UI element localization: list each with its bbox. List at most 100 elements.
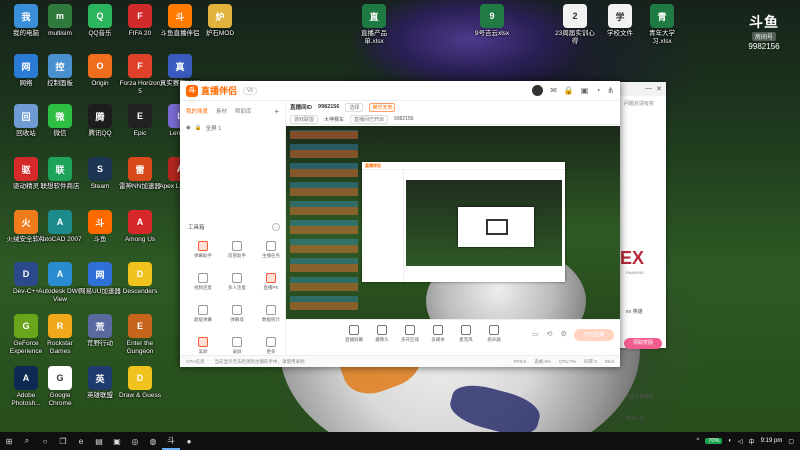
ex-link[interactable]: ex 英雄 (626, 308, 643, 315)
desktop-icon[interactable]: 联联想软件商店 (38, 157, 82, 191)
store-icon[interactable]: ▣ (108, 432, 126, 450)
header-link[interactable]: 游戏联盟 (290, 114, 319, 124)
tool-multi-link[interactable]: 多人连麦 (222, 273, 252, 291)
claim-button[interactable]: 领取奖励 (624, 338, 662, 349)
eye-icon[interactable]: ◉ (186, 125, 191, 131)
tool-record[interactable]: 录屏 (222, 337, 252, 355)
tab-scenes[interactable]: 我的场景 (186, 107, 208, 116)
chrome-icon[interactable]: ◎ (126, 432, 144, 450)
gift-icon[interactable]: ▣ (581, 86, 589, 95)
desktop-icon[interactable]: m multisim (38, 4, 82, 38)
desktop-icon[interactable]: 学学校文件 (598, 4, 642, 38)
add-icon[interactable]: + (274, 107, 279, 116)
lock-icon[interactable]: 🔒 (564, 86, 574, 95)
desktop-icon[interactable]: 腾腾讯QQ (78, 104, 122, 138)
desktop-icon[interactable]: 英英雄联盟 (78, 366, 122, 400)
tool-danmu[interactable]: 弹幕助手 (188, 241, 218, 259)
cortana-icon[interactable]: ○ (36, 432, 54, 450)
tool-stats[interactable]: 数据统计 (256, 305, 286, 323)
start-live-button[interactable]: 开始直播 (574, 329, 614, 341)
douyu-icon[interactable]: 斗 (162, 432, 180, 450)
desktop-icon[interactable]: 9 9号吉云xlsx (470, 4, 514, 38)
mic-icon (461, 325, 471, 335)
status-metric: 丢帧:0% (534, 358, 551, 364)
share-icon[interactable]: ⋔ (607, 86, 614, 95)
app-version[interactable]: V6 (243, 86, 258, 95)
desktop-icon[interactable]: D Descenders (118, 262, 162, 296)
tab-assets[interactable]: 素材 (216, 107, 227, 116)
settings-icon[interactable]: ⚙ (561, 330, 567, 338)
more-icon[interactable]: … (272, 223, 280, 231)
tab-help[interactable]: 帮助库 (235, 107, 252, 116)
desktop-icon[interactable]: A Autodesk DWF View (38, 262, 82, 304)
tool-super-danmu[interactable]: 超级弹幕 (188, 305, 218, 323)
notification-icon[interactable]: ▢ (788, 438, 794, 445)
obs-icon[interactable]: ● (180, 432, 198, 450)
battery-indicator[interactable]: 70% (705, 438, 723, 444)
desktop-icon[interactable]: G Google Chrome (38, 366, 82, 408)
tool-wall[interactable]: 弹幕墙 (222, 305, 252, 323)
desktop-icon[interactable]: 斗斗鱼直播伴侣 (158, 4, 202, 38)
tool-manager[interactable]: 房管助手 (222, 241, 252, 259)
header-link[interactable]: 大神赛车 (324, 116, 344, 123)
tool-task[interactable]: 主播任务 (256, 241, 286, 259)
desktop-icon[interactable]: A Among Us (118, 210, 162, 244)
windows-icon[interactable]: ⊞ (0, 432, 18, 450)
clock[interactable]: 9:19 pm (761, 438, 783, 444)
desktop-icon[interactable]: 荒荒野行动 (78, 314, 122, 348)
network-icon[interactable]: ◐ (728, 438, 732, 444)
desktop-icon[interactable]: 炉炉石MOD (198, 4, 242, 38)
desktop-icon[interactable]: 青青年大学习.xlsx (640, 4, 684, 46)
volume-icon[interactable]: ◁ (738, 438, 743, 445)
desktop-icon[interactable]: E Epic (118, 104, 162, 138)
close-icon[interactable]: ✕ (656, 85, 662, 93)
desktop-icon[interactable]: O Origin (78, 54, 122, 88)
camera-icon[interactable]: ▭ (532, 330, 539, 338)
input-language[interactable]: 中 (749, 437, 755, 446)
avatar[interactable] (532, 85, 544, 96)
desktop-icon[interactable]: S Steam (78, 157, 122, 191)
category-chip[interactable]: 娱乐天地 (369, 102, 396, 112)
desktop-icon[interactable]: 直直播产品单.xlsx (352, 4, 396, 46)
scene-item[interactable]: ◉ 🔒 全屏 1 (180, 120, 285, 136)
desktop-icon[interactable]: 控控制面板 (38, 54, 82, 88)
desktop-icon[interactable]: Q QQ音乐 (78, 4, 122, 38)
desktop-icon[interactable]: D Draw & Guess (118, 366, 162, 400)
desktop-icon[interactable]: F FIFA 20 (118, 4, 162, 38)
explorer-icon[interactable]: ▤ (90, 432, 108, 450)
tool-pk[interactable]: 直播PK (256, 273, 286, 291)
message-icon[interactable]: ✉ (550, 86, 557, 95)
tool-video-link[interactable]: 视频连麦 (188, 273, 218, 291)
chevron-up-icon[interactable]: ^ (697, 438, 700, 444)
minimize-icon[interactable]: — (645, 85, 652, 93)
desktop-icon[interactable]: 网网易UU加速器 (78, 262, 122, 296)
app-titlebar: 斗 直播伴侣 V6 ✉ 🔒 ▣ ◔ ⋔ (180, 81, 620, 101)
category-select[interactable]: 选择 (345, 102, 364, 112)
task-view-icon[interactable]: ❐ (54, 432, 72, 450)
desktop-icon[interactable]: 雷雷神NN加速器 (118, 157, 162, 191)
desktop-icon[interactable]: A AutoCAD 2007 (38, 210, 82, 244)
desktop-icon-label: Autodesk DWF View (38, 288, 82, 303)
edge-icon[interactable]: e (72, 432, 90, 450)
desktop-icon[interactable]: 微微信 (38, 104, 82, 138)
desktop-icon[interactable]: F Forza Horizon 5 (118, 54, 162, 96)
control-extras: ▭ ⟲ ⚙ (532, 330, 567, 338)
lock-icon[interactable]: 🔒 (195, 125, 202, 131)
promo-line: 万里正营道具 (626, 394, 653, 399)
desktop-icon[interactable]: 2 23周届实训心得 (553, 4, 597, 46)
control-speaker[interactable]: 扬声器 (478, 325, 510, 343)
desktop-icon-label: 9号吉云xlsx (474, 30, 510, 37)
desktop-icon[interactable]: R Rockstar Games (38, 314, 82, 356)
live-preview[interactable]: 直播伴侣 (286, 126, 620, 319)
tool-more[interactable]: 更多 (256, 337, 286, 355)
feedback-text[interactable]: 问题反馈有奖 (624, 100, 654, 107)
header-link[interactable]: 直播间已开启 (350, 114, 389, 124)
tool-beauty[interactable]: 美颜 (188, 337, 218, 355)
link-icon[interactable]: ⟲ (547, 330, 553, 338)
steam-icon[interactable]: ◍ (144, 432, 162, 450)
bell-icon[interactable]: ◔ (595, 86, 600, 95)
desktop-icon[interactable]: 斗斗鱼 (78, 210, 122, 244)
devcpp-icon: D (14, 262, 38, 286)
desktop-icon[interactable]: E Enter the Gungeon (118, 314, 162, 356)
search-icon[interactable]: ⌕ (18, 432, 36, 450)
